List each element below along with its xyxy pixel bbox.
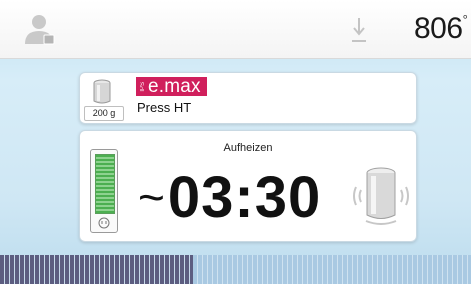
material-card[interactable]: 200 g IPS e.max Press HT [79,72,417,124]
status-bar: 806° [0,0,471,59]
program-card: Aufheizen ~03:30 [79,130,417,242]
user-icon[interactable] [22,13,58,45]
temperature-unit: ° [462,12,468,27]
brand-name: e.max [148,76,201,97]
progress-remaining [193,255,471,284]
download-arrow-icon[interactable] [349,16,369,44]
countdown-time: 03:30 [167,165,322,230]
program-progress-bar [0,255,471,284]
brand-logo: IPS e.max [136,77,207,96]
phase-label: Aufheizen [223,142,273,154]
gauge-fill [95,154,115,214]
countdown-prefix: ~ [138,171,166,223]
progress-done [0,255,194,284]
material-name: Press HT [137,100,192,115]
temperature-display: 806° [414,12,468,46]
plug-icon [98,217,110,229]
countdown-display: ~03:30 [138,167,321,232]
weight-label: 200 g [84,106,124,121]
temperature-value: 806 [414,12,463,45]
vacuum-gauge-icon [90,149,118,233]
brand-prefix: IPS [140,81,146,92]
cylinder-icon [93,79,111,104]
press-plunger-icon [353,167,409,225]
